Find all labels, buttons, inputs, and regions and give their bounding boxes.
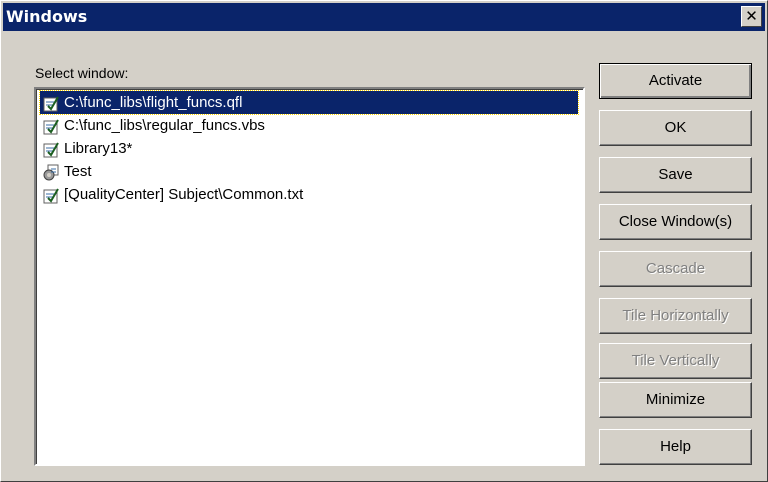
close-windows-button[interactable]: Close Window(s) [599, 204, 752, 240]
function-library-icon [43, 119, 59, 135]
list-item-label: C:\func_libs\regular_funcs.vbs [64, 117, 265, 134]
function-library-icon [43, 96, 59, 112]
dialog-title: Windows [6, 7, 88, 26]
title-bar: Windows ✕ [3, 3, 765, 31]
list-item-label: Library13* [64, 140, 133, 157]
list-item-label: C:\func_libs\flight_funcs.qfl [64, 91, 245, 114]
cascade-button[interactable]: Cascade [599, 251, 752, 287]
activate-button[interactable]: Activate [599, 63, 752, 99]
tile-vertically-button[interactable]: Tile Vertically [599, 343, 752, 379]
ok-button[interactable]: OK [599, 110, 752, 146]
tile-horizontally-button[interactable]: Tile Horizontally [599, 298, 752, 334]
list-item-label: [QualityCenter] Subject\Common.txt [64, 186, 304, 203]
help-button[interactable]: Help [599, 429, 752, 465]
save-button[interactable]: Save [599, 157, 752, 193]
function-library-icon [43, 188, 59, 204]
list-item[interactable]: C:\func_libs\regular_funcs.vbs [40, 114, 578, 137]
list-item[interactable]: [QualityCenter] Subject\Common.txt [40, 183, 578, 206]
close-button[interactable]: ✕ [741, 6, 762, 27]
test-icon [43, 164, 59, 181]
select-window-label: Select window: [35, 65, 129, 81]
list-item-label: Test [64, 163, 92, 180]
function-library-icon [43, 142, 59, 158]
windows-dialog: Windows ✕ Select window: C:\func_libs\fl… [0, 0, 768, 482]
window-listbox[interactable]: C:\func_libs\flight_funcs.qfl C:\func_li… [34, 87, 585, 466]
list-item[interactable]: Library13* [40, 137, 578, 160]
close-icon: ✕ [745, 8, 758, 25]
list-item[interactable]: C:\func_libs\flight_funcs.qfl [39, 90, 579, 115]
list-item[interactable]: Test [40, 160, 578, 183]
minimize-button[interactable]: Minimize [599, 382, 752, 418]
